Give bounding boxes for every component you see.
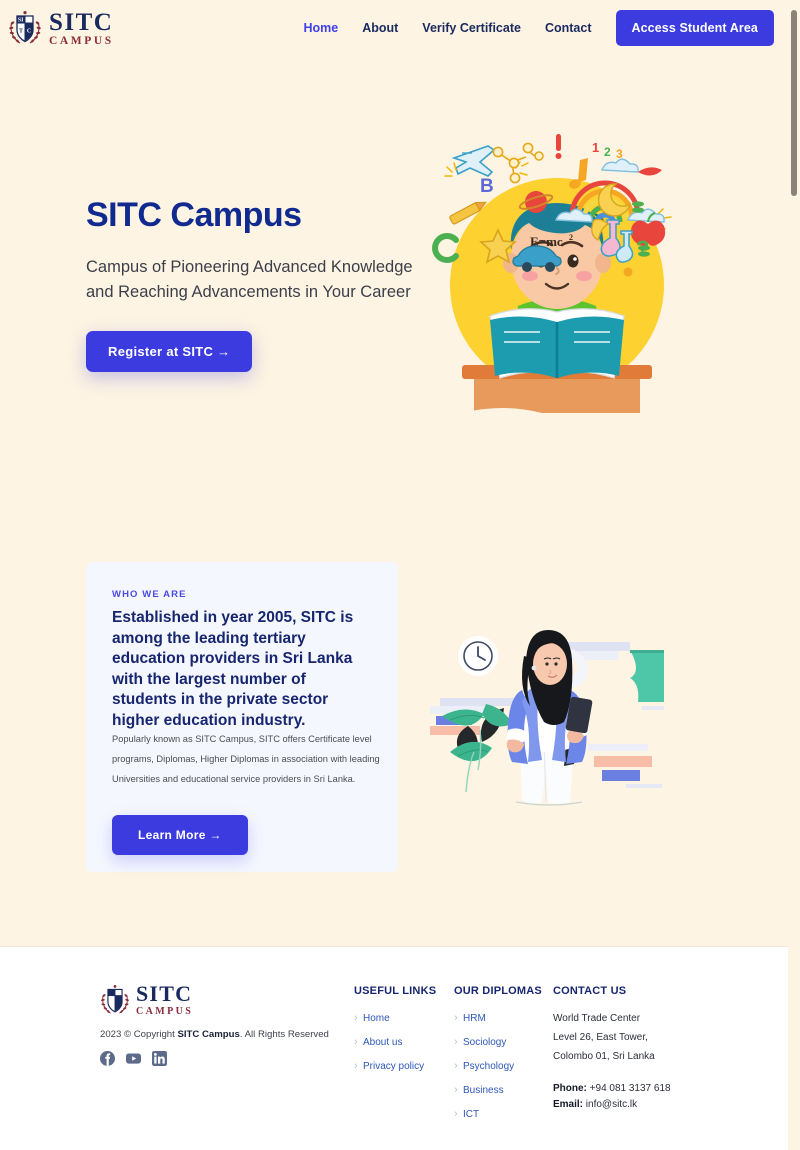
- svg-text:3: 3: [616, 147, 623, 161]
- copyright-text: 2023 © Copyright SITC Campus. All Rights…: [100, 1029, 329, 1040]
- footer-logo-name: SITC: [136, 981, 193, 1006]
- linkedin-icon[interactable]: [152, 1051, 167, 1066]
- who-we-are-card: WHO WE ARE Established in year 2005, SIT…: [86, 562, 398, 872]
- logo-name: SITC: [49, 8, 114, 36]
- about-body-text: Popularly known as SITC Campus, SITC off…: [112, 734, 380, 784]
- contact-email: Email: info@sitc.lk: [553, 1099, 671, 1110]
- register-button[interactable]: Register at SITC →: [86, 331, 253, 373]
- svg-text:T: T: [19, 29, 23, 35]
- contact-address-line-2: Level 26, East Tower,: [553, 1032, 648, 1043]
- register-button-label: Register at SITC: [108, 344, 214, 360]
- contact-phone: Phone: +94 081 3137 618: [553, 1083, 671, 1094]
- learn-more-label: Learn More: [138, 828, 206, 842]
- access-student-area-button[interactable]: Access Student Area: [615, 10, 774, 46]
- svg-text:SI: SI: [18, 18, 24, 24]
- nav-item-contact[interactable]: Contact: [545, 21, 592, 35]
- nav-item-verify-certificate[interactable]: Verify Certificate: [422, 21, 521, 35]
- social-links: [100, 1051, 167, 1066]
- footer-column-title: CONTACT US: [553, 985, 627, 997]
- hero-copy: SITC Campus Campus of Pioneering Advance…: [86, 196, 416, 373]
- primary-nav: Home About Verify Certificate Contact Ac…: [303, 10, 774, 46]
- youtube-icon[interactable]: [126, 1051, 141, 1066]
- footer-column-contact-us: CONTACT US World Trade Center Level 26, …: [553, 985, 671, 1115]
- footer-link-ict[interactable]: ICT: [454, 1108, 542, 1120]
- nav-item-about[interactable]: About: [362, 21, 398, 35]
- svg-text:C: C: [27, 29, 31, 35]
- about-heading: Established in year 2005, SITC is among …: [112, 609, 354, 730]
- page-root: SI T C SITC CAMPUS Home About Verify Cer…: [0, 0, 800, 1150]
- footer-link-psychology[interactable]: Psychology: [454, 1060, 542, 1072]
- footer-column-title: USEFUL LINKS: [354, 985, 437, 997]
- contact-address-line-3: Colombo 01, Sri Lanka: [553, 1051, 655, 1062]
- copyright-brand: SITC Campus: [177, 1029, 240, 1040]
- footer-link-about-us[interactable]: About us: [354, 1036, 436, 1048]
- svg-text:2: 2: [604, 145, 611, 159]
- page-title: SITC Campus: [86, 196, 302, 234]
- logo-wordmark: SITC CAMPUS: [49, 9, 114, 48]
- scrollbar-thumb[interactable]: [791, 10, 797, 196]
- site-logo[interactable]: SI T C SITC CAMPUS: [8, 9, 114, 48]
- scrollbar-track[interactable]: [788, 0, 800, 1150]
- footer-logo-tagline: CAMPUS: [136, 1006, 194, 1017]
- hero-illustration: B 1 2 3 E=mc 2: [432, 120, 682, 420]
- footer-logo[interactable]: SITC CAMPUS: [100, 983, 193, 1017]
- copyright-prefix: 2023 © Copyright: [100, 1029, 178, 1040]
- footer-link-privacy-policy[interactable]: Privacy policy: [354, 1060, 436, 1072]
- site-footer: SITC CAMPUS 2023 © Copyright SITC Campus…: [0, 946, 788, 1150]
- arrow-right-icon: →: [209, 828, 222, 842]
- copyright-suffix: . All Rights Reserved: [239, 1029, 329, 1040]
- footer-wordmark: SITC CAMPUS: [136, 983, 193, 1017]
- hero-subtitle: Campus of Pioneering Advanced Knowledge …: [86, 258, 413, 302]
- shield-crest-icon: SI T C: [8, 10, 42, 46]
- learn-more-button[interactable]: Learn More →: [112, 815, 248, 855]
- contact-email-value: info@sitc.lk: [583, 1099, 638, 1110]
- contact-phone-value: +94 081 3137 618: [586, 1083, 671, 1094]
- site-header: SI T C SITC CAMPUS Home About Verify Cer…: [0, 0, 788, 56]
- section-eyebrow: WHO WE ARE: [112, 589, 187, 600]
- nav-item-home[interactable]: Home: [303, 21, 338, 35]
- footer-column-useful-links: USEFUL LINKS Home About us Privacy polic…: [354, 985, 436, 1085]
- logo-tagline: CAMPUS: [49, 34, 114, 47]
- footer-column-our-diplomas: OUR DIPLOMAS HRM Sociology Psychology Bu…: [454, 985, 542, 1133]
- shield-crest-icon: [100, 984, 130, 1016]
- footer-link-hrm[interactable]: HRM: [454, 1012, 542, 1024]
- svg-text:1: 1: [592, 140, 599, 155]
- contact-address-line-1: World Trade Center: [553, 1013, 641, 1024]
- footer-column-title: OUR DIPLOMAS: [454, 985, 542, 997]
- arrow-right-icon: →: [217, 344, 231, 360]
- footer-link-business[interactable]: Business: [454, 1084, 542, 1096]
- svg-text:B: B: [480, 176, 494, 197]
- svg-text:2: 2: [569, 233, 573, 242]
- about-illustration: [420, 620, 678, 818]
- contact-phone-label: Phone:: [553, 1083, 587, 1094]
- contact-email-label: Email:: [553, 1099, 584, 1110]
- footer-link-home[interactable]: Home: [354, 1012, 436, 1024]
- footer-link-sociology[interactable]: Sociology: [454, 1036, 542, 1048]
- facebook-icon[interactable]: [100, 1051, 115, 1066]
